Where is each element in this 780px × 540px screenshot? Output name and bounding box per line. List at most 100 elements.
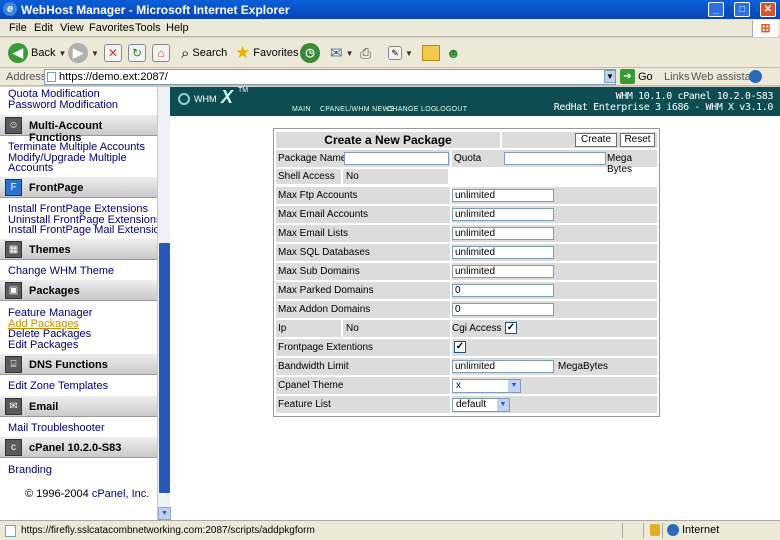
menu-help[interactable]: Help xyxy=(166,22,189,34)
package-name-label: Package Name xyxy=(278,153,347,164)
section-title: Themes xyxy=(29,244,71,256)
folder-button[interactable] xyxy=(422,43,440,63)
page-icon xyxy=(47,72,56,82)
back-button[interactable]: ◀ Back ▼ xyxy=(8,43,66,63)
sidebar-link-modify-upgrade-multiple-cont[interactable]: Accounts xyxy=(8,163,53,174)
zone-label: Internet xyxy=(682,524,720,536)
chevron-down-icon: ▼ xyxy=(508,380,520,392)
edit-icon: ✎ xyxy=(388,46,402,60)
mail-button[interactable]: ✉ ▼ xyxy=(330,43,354,63)
address-bar: Address https://demo.ext:2087/ ▼ ➔ Go Li… xyxy=(0,68,780,86)
copyright-company[interactable]: cPanel, Inc. xyxy=(92,488,149,500)
sidebar-link-install-frontpage-mail[interactable]: Install FrontPage Mail Extensions xyxy=(8,225,157,236)
stop-button[interactable]: ✕ xyxy=(104,43,122,63)
status-separator xyxy=(662,523,663,538)
cpanel-theme-value: x xyxy=(456,380,461,391)
version-line-1: WHM 10.1.0 cPanel 10.2.0-S83 xyxy=(615,91,774,102)
nav-change-log[interactable]: CHANGE LOG xyxy=(387,106,437,113)
frontpage-icon: F xyxy=(5,179,22,196)
scrollbar-thumb[interactable] xyxy=(159,243,170,493)
quota-label: Quota xyxy=(454,153,482,164)
cgi-access-checkbox[interactable]: ✓ xyxy=(505,322,517,334)
favorites-button[interactable]: ★ Favorites xyxy=(235,43,299,63)
sidebar-link-edit-packages[interactable]: Edit Packages xyxy=(8,340,78,351)
menu-edit[interactable]: Edit xyxy=(34,22,53,34)
sidebar-link-password-modification[interactable]: Password Modification xyxy=(8,100,118,111)
menu-favorites[interactable]: Favorites xyxy=(89,22,134,34)
package-name-input[interactable] xyxy=(344,152,449,165)
sidebar-link-change-whm-theme[interactable]: Change WHM Theme xyxy=(8,266,114,277)
shell-access-value: No xyxy=(346,171,359,182)
feature-list-row: Feature List default ▼ xyxy=(276,396,657,413)
field-row: Max Sub Domains xyxy=(276,263,657,280)
windows-logo-icon: ⊞ xyxy=(752,20,778,37)
sidebar-link-edit-zone-templates[interactable]: Edit Zone Templates xyxy=(8,381,108,392)
edit-dropdown-icon[interactable]: ▼ xyxy=(405,49,413,58)
nav-cpanel-whm-news[interactable]: CPANEL/WHM NEWS xyxy=(320,106,394,113)
bandwidth-input[interactable] xyxy=(452,360,554,373)
quota-input[interactable] xyxy=(504,152,606,165)
messenger-button[interactable]: ☻ xyxy=(446,43,461,63)
close-button[interactable]: ✕ xyxy=(760,2,776,17)
print-icon: ⎙ xyxy=(360,44,372,61)
feature-list-select[interactable]: default ▼ xyxy=(452,398,510,412)
section-themes[interactable]: ▦ Themes xyxy=(0,238,157,260)
globe-icon[interactable] xyxy=(749,70,762,83)
sidebar: Quota Modification Password Modification… xyxy=(0,87,157,520)
create-button[interactable]: Create xyxy=(575,133,617,147)
address-input[interactable]: https://demo.ext:2087/ xyxy=(44,69,616,85)
sidebar-scrollbar[interactable]: ▼ xyxy=(157,87,171,520)
cpanel-theme-select[interactable]: x ▼ xyxy=(452,379,521,393)
nav-logout[interactable]: LOGOUT xyxy=(436,106,467,113)
section-cpanel[interactable]: c cPanel 10.2.0-S83 xyxy=(0,436,157,458)
minimize-button[interactable]: _ xyxy=(708,2,724,17)
section-email[interactable]: ✉ Email xyxy=(0,395,157,417)
field-label: Max SQL Databases xyxy=(278,247,370,258)
mail-icon: ✉ xyxy=(330,45,343,62)
max-email-lists-input[interactable] xyxy=(452,227,554,240)
whm-swirl-icon xyxy=(178,93,190,105)
package-name-row: Package Name Quota Mega Bytes xyxy=(276,150,657,175)
field-row: Max Email Accounts xyxy=(276,206,657,223)
menu-tools[interactable]: Tools xyxy=(135,22,161,34)
back-dropdown-icon[interactable]: ▼ xyxy=(58,49,66,58)
home-button[interactable]: ⌂ xyxy=(152,43,170,63)
max-parked-domains-input[interactable] xyxy=(452,284,554,297)
address-dropdown-icon[interactable]: ▼ xyxy=(604,70,616,83)
window-titlebar: e WebHost Manager - Microsoft Internet E… xyxy=(0,0,780,19)
forward-button[interactable]: ▶ ▼ xyxy=(68,43,99,63)
section-dns-functions[interactable]: ⌸ DNS Functions xyxy=(0,353,157,375)
cpanel-theme-label: Cpanel Theme xyxy=(278,380,344,391)
menu-file[interactable]: File xyxy=(9,22,27,34)
logo-text: WHM xyxy=(194,94,217,104)
mail-dropdown-icon[interactable]: ▼ xyxy=(346,49,354,58)
sidebar-link-branding[interactable]: Branding xyxy=(8,465,52,476)
go-button[interactable]: ➔ Go xyxy=(620,69,653,84)
search-button[interactable]: ⌕ Search xyxy=(181,43,227,63)
max-email-accounts-input[interactable] xyxy=(452,208,554,221)
frontpage-checkbox[interactable]: ✓ xyxy=(454,341,466,353)
max-addon-domains-input[interactable] xyxy=(452,303,554,316)
nav-main[interactable]: MAIN xyxy=(292,106,311,113)
section-multi-account[interactable]: ☺ Multi-Account Functions xyxy=(0,114,157,144)
refresh-button[interactable]: ↻ xyxy=(128,43,146,63)
section-frontpage[interactable]: F FrontPage xyxy=(0,176,157,198)
scroll-down-icon[interactable]: ▼ xyxy=(158,507,171,520)
quota-unit: Mega Bytes xyxy=(607,153,633,175)
menu-view[interactable]: View xyxy=(60,22,84,34)
max-sub-domains-input[interactable] xyxy=(452,265,554,278)
users-icon: ☺ xyxy=(5,117,22,134)
ie-icon: e xyxy=(3,2,17,16)
maximize-button[interactable]: □ xyxy=(734,2,750,17)
section-title: DNS Functions xyxy=(29,359,108,371)
sidebar-link-mail-troubleshooter[interactable]: Mail Troubleshooter xyxy=(8,423,105,434)
max-sql-databases-input[interactable] xyxy=(452,246,554,259)
print-button[interactable]: ⎙ xyxy=(360,43,371,63)
section-packages[interactable]: ▣ Packages xyxy=(0,279,157,301)
links-button[interactable]: Links xyxy=(664,71,690,83)
reset-button[interactable]: Reset xyxy=(620,133,655,147)
history-button[interactable]: ◷ xyxy=(300,43,320,63)
edit-button[interactable]: ✎ ▼ xyxy=(388,43,413,63)
max-ftp-accounts-input[interactable] xyxy=(452,189,554,202)
forward-dropdown-icon[interactable]: ▼ xyxy=(91,49,99,58)
